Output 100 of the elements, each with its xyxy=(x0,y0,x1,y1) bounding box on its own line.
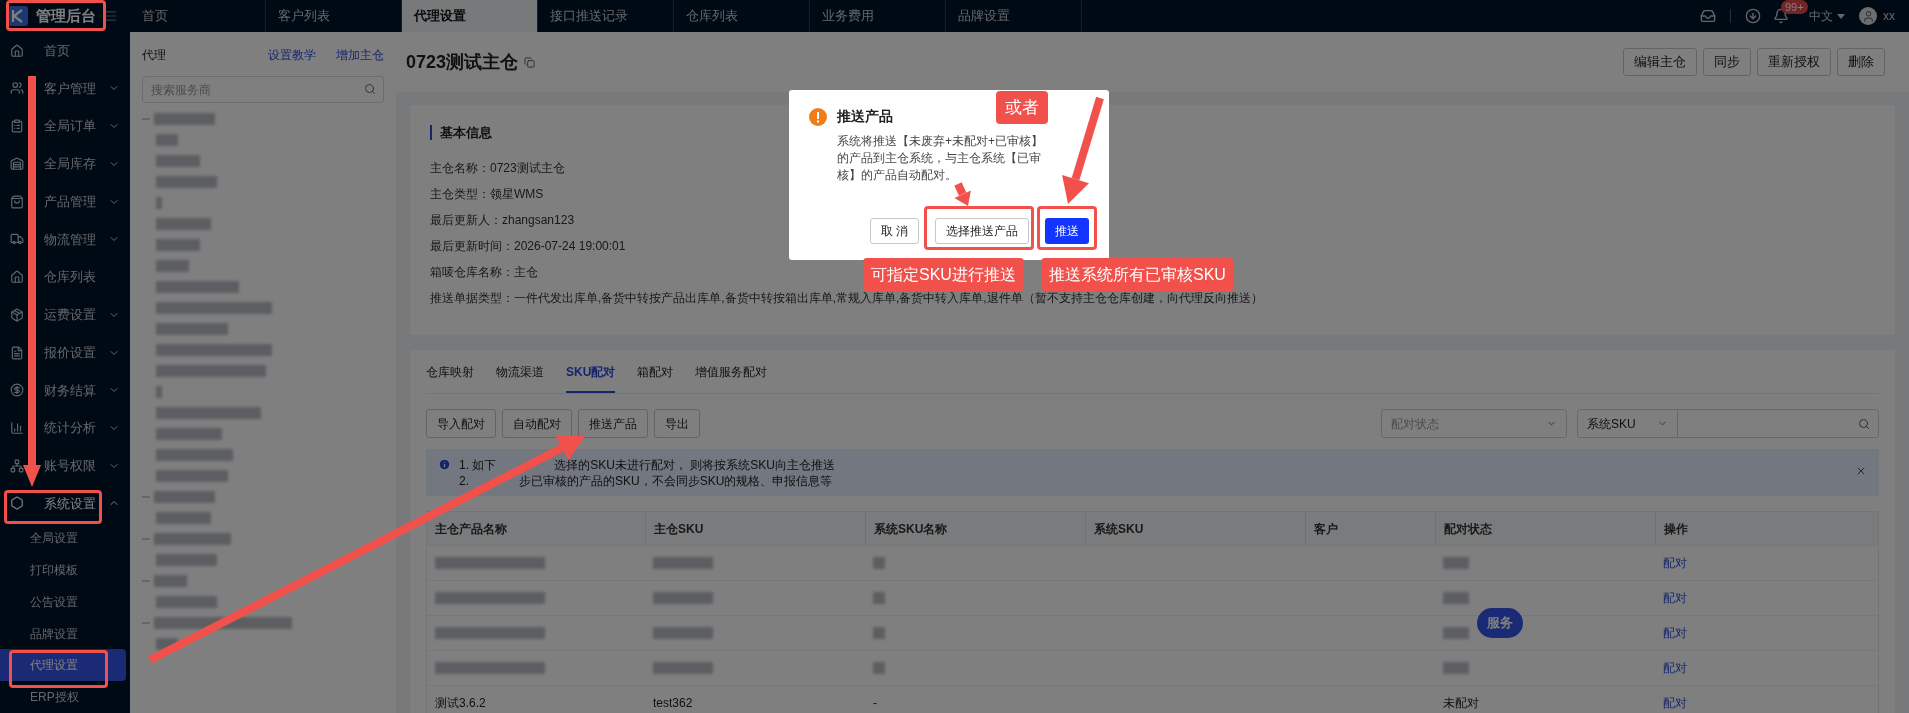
field-value: 主仓 xyxy=(514,263,538,281)
download-icon[interactable] xyxy=(1745,8,1761,24)
sidebar-item[interactable]: 报价设置 xyxy=(0,333,130,372)
action-button[interactable]: 重新授权 xyxy=(1757,48,1831,76)
menu-icon xyxy=(10,383,24,398)
avatar[interactable] xyxy=(1859,7,1877,25)
sidebar-item[interactable]: 全局订单 xyxy=(0,107,130,145)
blurred-text xyxy=(156,554,217,566)
user-name[interactable]: xx xyxy=(1883,7,1895,25)
blurred-text xyxy=(154,575,187,587)
column-header: 主仓产品名称 xyxy=(435,520,507,538)
pair-link[interactable]: 配对 xyxy=(1663,624,1687,642)
menu-icon xyxy=(10,119,24,134)
collapse-icon[interactable] xyxy=(104,8,118,23)
sidebar-item[interactable]: 仓库列表 xyxy=(0,258,130,296)
tab[interactable]: 箱配对 xyxy=(637,363,674,393)
blurred-text xyxy=(653,557,713,569)
submenu-item[interactable]: 代理设置 xyxy=(0,649,126,682)
blurred-text xyxy=(1443,592,1469,604)
menu-icon xyxy=(10,194,24,209)
panel-link[interactable]: 增加主仓 xyxy=(336,46,384,64)
menu-icon xyxy=(10,307,24,322)
caret-icon xyxy=(1837,13,1845,19)
blurred-text xyxy=(156,239,200,251)
sidebar-item[interactable]: 产品管理 xyxy=(0,182,130,221)
pair-link[interactable]: 配对 xyxy=(1663,659,1687,677)
sidebar-item[interactable]: 财务结算 xyxy=(0,371,130,410)
blurred-text xyxy=(156,323,228,335)
blurred-text xyxy=(156,512,211,524)
submenu-item[interactable]: 全局设置 xyxy=(0,522,130,555)
pair-link[interactable]: 配对 xyxy=(1663,694,1687,712)
notice-text: 2. xyxy=(459,473,469,489)
section-title: 基本信息 xyxy=(440,124,492,142)
action-button[interactable]: 编辑主仓 xyxy=(1623,48,1697,76)
toolbar-button[interactable]: 导出 xyxy=(654,409,700,438)
field-label: 主仓名称： xyxy=(430,159,490,177)
submenu-item[interactable]: ERP授权 xyxy=(0,681,130,713)
inbox-icon[interactable] xyxy=(1700,8,1716,24)
dialog-title: 推送产品 xyxy=(837,107,893,126)
blurred-text xyxy=(156,260,189,272)
toolbar-button[interactable]: 自动配对 xyxy=(502,409,572,438)
blurred-text xyxy=(1443,557,1469,569)
notice-text: 步已审核的产品的SKU，不会同步SKU的规格、申报信息等 xyxy=(519,473,833,489)
tab[interactable]: SKU配对 xyxy=(566,363,616,393)
blurred-text xyxy=(873,662,885,674)
sidebar-item[interactable]: 全局库存 xyxy=(0,145,130,183)
table-cell-text: test362 xyxy=(653,695,693,712)
dialog-button[interactable]: 取 消 xyxy=(869,218,919,244)
field-label: 箱唛仓库名称： xyxy=(430,263,514,281)
panel-link[interactable]: 设置教学 xyxy=(268,46,316,64)
sidebar-item[interactable]: 运费设置 xyxy=(0,295,130,334)
close-icon[interactable] xyxy=(1855,465,1867,477)
dialog-button[interactable]: 推送 xyxy=(1045,218,1089,244)
tab[interactable]: 仓库映射 xyxy=(426,363,474,393)
panel-title: 代理 xyxy=(142,47,167,64)
blurred-text xyxy=(154,491,215,503)
page-title: 0723测试主仓 xyxy=(406,50,519,74)
blurred-text xyxy=(653,627,713,639)
field-label: 最后更新时间： xyxy=(430,237,514,255)
column-header: 主仓SKU xyxy=(654,520,704,538)
submenu-item[interactable]: 打印模板 xyxy=(0,554,130,586)
sidebar-item[interactable]: 首页 xyxy=(0,31,130,70)
menu-icon xyxy=(10,421,24,435)
callout-label: 或者 xyxy=(996,91,1048,124)
column-header: 操作 xyxy=(1664,520,1688,538)
search-icon[interactable] xyxy=(364,83,376,95)
toolbar-button[interactable]: 导入配对 xyxy=(426,409,496,438)
tab[interactable]: 物流渠道 xyxy=(496,363,544,393)
column-header: 系统SKU名称 xyxy=(874,520,948,538)
warning-icon xyxy=(809,107,827,126)
action-button[interactable]: 同步 xyxy=(1703,48,1751,76)
info-icon xyxy=(438,458,451,471)
tab[interactable]: 增值服务配对 xyxy=(695,363,768,393)
field-value: 2026-07-24 19:00:01 xyxy=(514,237,626,255)
field-label: 最后更新人： xyxy=(430,211,502,229)
sidebar-item[interactable]: 物流管理 xyxy=(0,220,130,259)
menu-icon xyxy=(10,232,24,247)
blurred-text xyxy=(156,197,162,209)
page-tab[interactable]: 代理设置 xyxy=(402,0,538,32)
column-header: 配对状态 xyxy=(1444,520,1492,538)
action-button[interactable]: 删除 xyxy=(1837,48,1885,76)
field-value: zhangsan123 xyxy=(502,211,575,229)
blurred-text xyxy=(156,596,217,608)
table-cell-text: 未配对 xyxy=(1443,695,1479,712)
submenu-item[interactable]: 公告设置 xyxy=(0,585,130,618)
highlight-frame xyxy=(1037,206,1097,250)
dialog-message: 系统将推送【未废弃+未配对+已审核】的产品到主仓系统，与主仓系统【已审核】的产品自动配对。 xyxy=(837,133,1043,184)
language-select[interactable]: 中文 xyxy=(1809,7,1845,25)
field-label: 推送单据类型： xyxy=(430,289,514,307)
copy-icon[interactable] xyxy=(524,56,536,68)
toolbar-button[interactable]: 推送产品 xyxy=(578,409,648,438)
arrow xyxy=(954,182,971,206)
dialog-button[interactable]: 选择推送产品 xyxy=(935,218,1029,244)
menu-icon xyxy=(10,43,24,58)
menu-icon xyxy=(10,345,24,360)
pair-link[interactable]: 配对 xyxy=(1663,554,1687,572)
sidebar-item[interactable]: 客户管理 xyxy=(0,69,130,108)
notice-text: 1. 如下 xyxy=(459,457,497,473)
pair-link[interactable]: 配对 xyxy=(1663,589,1687,607)
sidebar-item[interactable]: 统计分析 xyxy=(0,409,130,447)
